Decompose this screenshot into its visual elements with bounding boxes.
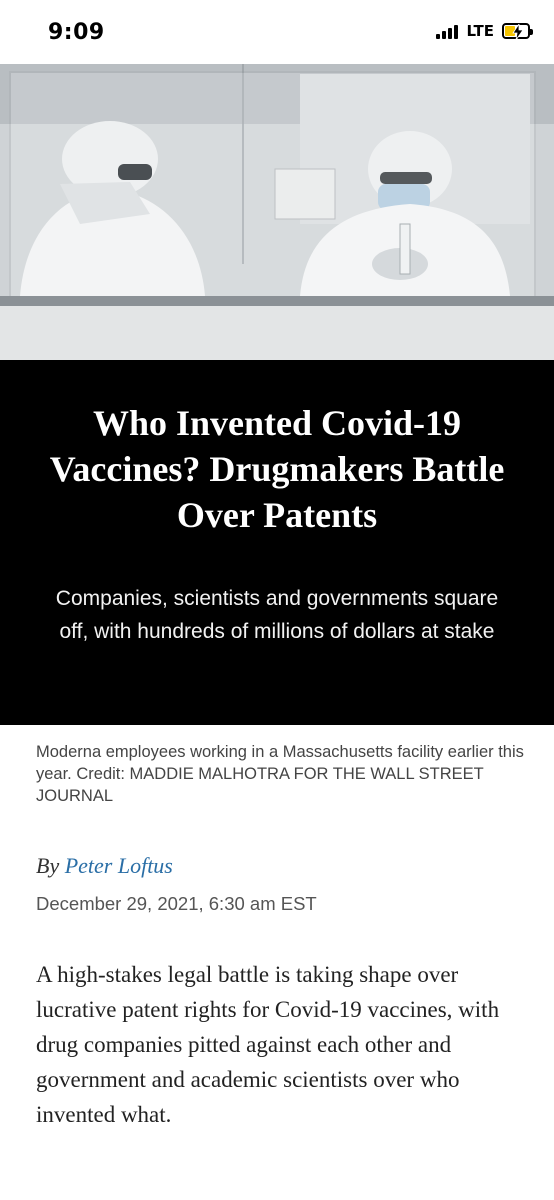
photo-caption: Moderna employees working in a Massachus… [36, 743, 524, 805]
signal-bars-icon [436, 23, 459, 39]
battery-charging-icon [502, 23, 533, 40]
article-dek: Companies, scientists and governments sq… [55, 587, 499, 643]
byline-prefix: By [36, 853, 60, 878]
status-time: 9:09 [48, 20, 105, 45]
lab-workers-photo [0, 64, 554, 360]
publish-date: December 29, 2021, 6:30 am EST [36, 893, 317, 914]
headline-block: Who Invented Covid-19 Vaccines? Drugmake… [0, 360, 554, 725]
article-headline: Who Invented Covid-19 Vaccines? Drugmake… [49, 403, 505, 535]
byline: By Peter Loftus [36, 853, 173, 879]
status-bar: 9:09 LTE [0, 0, 554, 64]
hero-photo [0, 64, 554, 360]
article-body-paragraph: A high-stakes legal battle is taking sha… [36, 962, 500, 1127]
status-indicators: LTE [436, 22, 533, 40]
author-link[interactable]: Peter Loftus [65, 853, 173, 878]
network-type: LTE [466, 22, 494, 40]
